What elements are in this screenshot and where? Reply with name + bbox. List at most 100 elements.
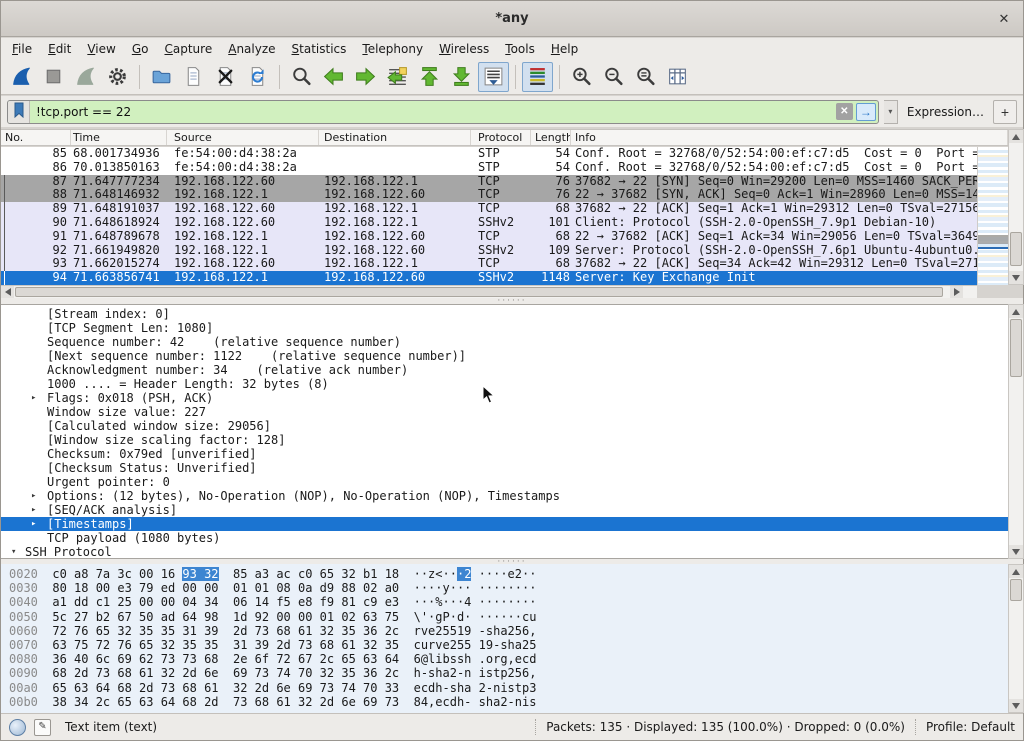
close-file-button[interactable] bbox=[210, 62, 241, 92]
detail-line[interactable]: ▸[Timestamps] bbox=[1, 517, 1008, 531]
detail-line[interactable]: [Checksum Status: Unverified] bbox=[1, 461, 1008, 475]
reload-file-button[interactable] bbox=[242, 62, 273, 92]
expert-info-icon[interactable] bbox=[9, 719, 26, 736]
expand-arrow-icon[interactable]: ▸ bbox=[31, 391, 36, 405]
scroll-up-icon[interactable] bbox=[1009, 305, 1023, 318]
detail-line[interactable]: Urgent pointer: 0 bbox=[1, 475, 1008, 489]
packet-row-89[interactable]: 8971.648191037192.168.122.60192.168.122.… bbox=[1, 202, 977, 216]
display-filter-field[interactable]: !tcp.port == 22 ✕ → bbox=[7, 100, 879, 124]
go-last-packet-button[interactable] bbox=[446, 62, 477, 92]
stop-capture-button[interactable] bbox=[38, 62, 69, 92]
hex-row-0040[interactable]: 0040 a1 dd c1 25 00 00 04 34 06 14 f5 e8… bbox=[9, 595, 1008, 609]
go-back-button[interactable] bbox=[318, 62, 349, 92]
colorize-button[interactable] bbox=[522, 62, 553, 92]
menu-go[interactable]: Go bbox=[124, 40, 157, 58]
column-header-destination[interactable]: Destination bbox=[319, 130, 471, 145]
menu-telephony[interactable]: Telephony bbox=[354, 40, 431, 58]
restart-capture-button[interactable] bbox=[70, 62, 101, 92]
zoom-out-button[interactable] bbox=[598, 62, 629, 92]
packet-row-85[interactable]: 8568.001734936fe:54:00:d4:38:2aSTP54Conf… bbox=[1, 147, 977, 161]
scroll-down-icon[interactable] bbox=[1009, 545, 1023, 558]
packet-row-90[interactable]: 9071.648618924192.168.122.60192.168.122.… bbox=[1, 216, 977, 230]
menu-tools[interactable]: Tools bbox=[497, 40, 543, 58]
scroll-up-icon[interactable] bbox=[1009, 565, 1023, 578]
hex-scroll-thumb[interactable] bbox=[1010, 579, 1022, 601]
menu-capture[interactable]: Capture bbox=[156, 40, 220, 58]
find-packet-button[interactable] bbox=[286, 62, 317, 92]
hex-row-00a0[interactable]: 00a0 65 63 64 68 2d 73 68 61 32 2d 6e 69… bbox=[9, 681, 1008, 695]
hex-row-0090[interactable]: 0090 68 2d 73 68 61 32 2d 6e 69 73 74 70… bbox=[9, 666, 1008, 680]
scroll-down-icon[interactable] bbox=[1009, 699, 1023, 712]
resize-columns-button[interactable] bbox=[662, 62, 693, 92]
hex-row-00b0[interactable]: 00b0 38 34 2c 65 63 64 68 2d 73 68 61 32… bbox=[9, 695, 1008, 709]
packet-row-87[interactable]: 8771.647777234192.168.122.60192.168.122.… bbox=[1, 175, 977, 189]
detail-line[interactable]: [Calculated window size: 29056] bbox=[1, 419, 1008, 433]
profile-label[interactable]: Profile: Default bbox=[926, 720, 1015, 734]
expand-arrow-icon[interactable]: ▸ bbox=[31, 489, 36, 503]
collapse-arrow-icon[interactable]: ▾ bbox=[11, 545, 16, 559]
menu-help[interactable]: Help bbox=[543, 40, 586, 58]
scroll-left-icon[interactable] bbox=[1, 286, 14, 298]
menu-edit[interactable]: Edit bbox=[40, 40, 79, 58]
menu-statistics[interactable]: Statistics bbox=[284, 40, 355, 58]
capture-comment-icon[interactable]: ✎ bbox=[34, 719, 51, 736]
hex-row-0020[interactable]: 0020 c0 a8 7a 3c 00 16 93 32 85 a3 ac c0… bbox=[9, 567, 1008, 581]
packet-row-86[interactable]: 8670.013850163fe:54:00:d4:38:2aSTP54Conf… bbox=[1, 161, 977, 175]
filter-bookmark-button[interactable] bbox=[8, 101, 30, 123]
filter-add-button[interactable]: + bbox=[993, 100, 1017, 124]
filter-input[interactable]: !tcp.port == 22 bbox=[30, 105, 836, 119]
hex-row-0080[interactable]: 0080 36 40 6c 69 62 73 73 68 2e 6f 72 67… bbox=[9, 652, 1008, 666]
packet-row-92[interactable]: 9271.661949820192.168.122.1192.168.122.6… bbox=[1, 244, 977, 258]
packet-row-94[interactable]: 9471.663856741192.168.122.1192.168.122.6… bbox=[1, 271, 977, 285]
packet-list-hscroll-thumb[interactable] bbox=[15, 287, 943, 297]
zoom-in-button[interactable] bbox=[566, 62, 597, 92]
packet-row-91[interactable]: 9171.648789678192.168.122.1192.168.122.6… bbox=[1, 230, 977, 244]
detail-line[interactable]: [Window size scaling factor: 128] bbox=[1, 433, 1008, 447]
packet-row-88[interactable]: 8871.648146932192.168.122.1192.168.122.6… bbox=[1, 188, 977, 202]
column-header-no[interactable]: No. bbox=[1, 130, 71, 145]
hex-row-0030[interactable]: 0030 80 18 00 e3 79 ed 00 00 01 01 08 0a… bbox=[9, 581, 1008, 595]
go-first-packet-button[interactable] bbox=[414, 62, 445, 92]
column-header-length[interactable]: Length bbox=[531, 130, 571, 145]
scroll-right-icon[interactable] bbox=[950, 286, 963, 298]
go-to-packet-button[interactable] bbox=[382, 62, 413, 92]
column-header-time[interactable]: Time bbox=[71, 130, 167, 145]
details-scroll-thumb[interactable] bbox=[1010, 319, 1022, 377]
auto-scroll-button[interactable] bbox=[478, 62, 509, 92]
menu-analyze[interactable]: Analyze bbox=[220, 40, 283, 58]
hex-row-0050[interactable]: 0050 5c 27 b2 67 50 ad 64 98 1d 92 00 00… bbox=[9, 610, 1008, 624]
detail-line[interactable]: TCP payload (1080 bytes) bbox=[1, 531, 1008, 545]
packet-list-hscrollbar[interactable] bbox=[1, 285, 977, 298]
details-vscrollbar[interactable] bbox=[1008, 304, 1024, 559]
capture-options-button[interactable] bbox=[102, 62, 133, 92]
column-header-source[interactable]: Source bbox=[167, 130, 319, 145]
packet-list-scroll-thumb[interactable] bbox=[1010, 232, 1022, 266]
detail-line[interactable]: [TCP Segment Len: 1080] bbox=[1, 321, 1008, 335]
detail-line[interactable]: Acknowledgment number: 34 (relative ack … bbox=[1, 363, 1008, 377]
open-file-button[interactable] bbox=[146, 62, 177, 92]
start-capture-button[interactable] bbox=[6, 62, 37, 92]
packet-row-93[interactable]: 9371.662015274192.168.122.60192.168.122.… bbox=[1, 257, 977, 271]
detail-line[interactable]: Checksum: 0x79ed [unverified] bbox=[1, 447, 1008, 461]
expression-link[interactable]: Expression… bbox=[903, 105, 988, 119]
detail-line[interactable]: Window size value: 227 bbox=[1, 405, 1008, 419]
hex-row-0070[interactable]: 0070 63 75 72 76 65 32 35 35 31 39 2d 73… bbox=[9, 638, 1008, 652]
menu-file[interactable]: File bbox=[4, 40, 40, 58]
hex-row-0060[interactable]: 0060 72 76 65 32 35 35 31 39 2d 73 68 61… bbox=[9, 624, 1008, 638]
column-header-info[interactable]: Info bbox=[571, 130, 1008, 145]
scroll-minimap[interactable] bbox=[977, 147, 1008, 285]
detail-line[interactable]: ▸Flags: 0x018 (PSH, ACK) bbox=[1, 391, 1008, 405]
detail-line[interactable]: [Next sequence number: 1122 (relative se… bbox=[1, 349, 1008, 363]
go-forward-button[interactable] bbox=[350, 62, 381, 92]
expand-arrow-icon[interactable]: ▸ bbox=[31, 503, 36, 517]
detail-line[interactable]: Sequence number: 42 (relative sequence n… bbox=[1, 335, 1008, 349]
scroll-down-icon[interactable] bbox=[1009, 271, 1023, 284]
filter-history-dropdown[interactable]: ▾ bbox=[884, 100, 898, 124]
menu-wireless[interactable]: Wireless bbox=[431, 40, 497, 58]
close-window-button[interactable]: ✕ bbox=[995, 10, 1013, 28]
detail-line[interactable]: 1000 .... = Header Length: 32 bytes (8) bbox=[1, 377, 1008, 391]
detail-line[interactable]: ▸Options: (12 bytes), No-Operation (NOP)… bbox=[1, 489, 1008, 503]
save-file-button[interactable] bbox=[178, 62, 209, 92]
scroll-up-icon[interactable] bbox=[1009, 130, 1023, 143]
hex-vscrollbar[interactable] bbox=[1008, 564, 1024, 713]
